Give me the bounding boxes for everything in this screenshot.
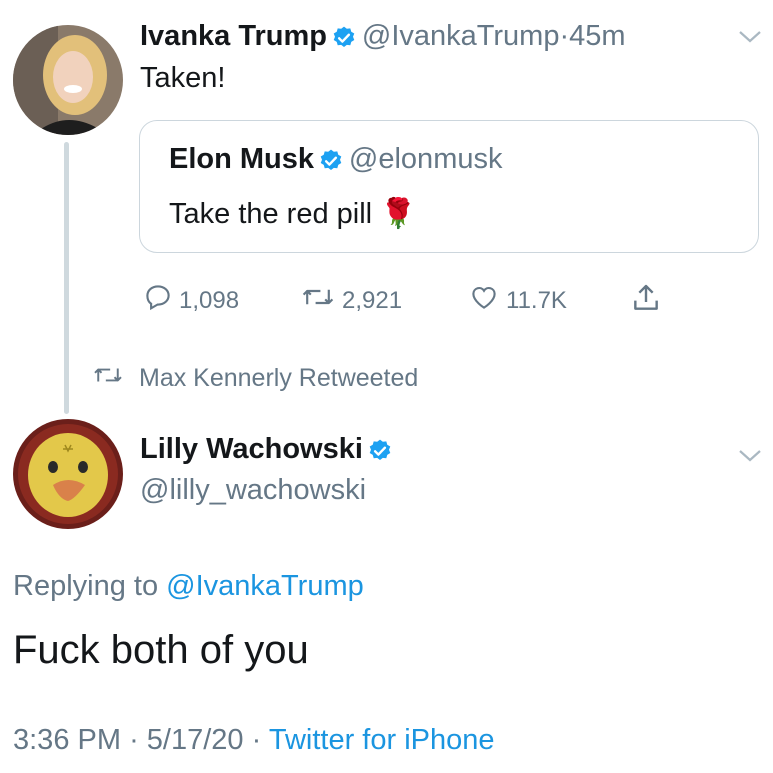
- reply-button[interactable]: 1,098: [143, 282, 239, 319]
- timestamp-line: 3:36 PM · 5/17/20 · Twitter for iPhone: [13, 724, 495, 757]
- like-button[interactable]: 11.7K: [468, 282, 567, 319]
- tweet1-header: Ivanka Trump @IvankaTrump·45m: [140, 20, 626, 56]
- retweet-banner: Max Kennerly Retweeted: [91, 362, 418, 395]
- tweet2-header: Lilly Wachowski: [140, 433, 393, 469]
- reply-count: 1,098: [179, 286, 240, 314]
- avatar-lilly[interactable]: [13, 419, 123, 529]
- quoted-tweet[interactable]: [139, 120, 759, 253]
- author-handle[interactable]: @lilly_wachowski: [140, 474, 366, 507]
- retweet-count: 2,921: [342, 286, 403, 314]
- avatar-ivanka[interactable]: [13, 25, 123, 135]
- retweet-icon: [300, 282, 336, 319]
- separator-dot: ·: [251, 724, 262, 756]
- tweet-time[interactable]: 45m: [569, 20, 625, 52]
- chevron-down-icon[interactable]: [737, 447, 763, 470]
- retweeted-by-text[interactable]: Max Kennerly Retweeted: [139, 364, 418, 393]
- share-icon: [630, 282, 662, 321]
- separator-dot: ·: [129, 724, 139, 756]
- quoted-author-name: Elon Musk: [169, 143, 315, 175]
- tweet-time[interactable]: 3:36 PM: [13, 724, 121, 756]
- quoted-author-handle: @elonmusk: [348, 143, 503, 175]
- tweet-text: Fuck both of you: [13, 628, 309, 672]
- tweet-date[interactable]: 5/17/20: [147, 724, 244, 756]
- verified-badge-icon: [331, 25, 357, 56]
- replying-handle-link[interactable]: @IvankaTrump: [166, 570, 364, 602]
- chevron-down-icon[interactable]: [737, 28, 763, 51]
- thread-connector-line: [64, 142, 69, 414]
- retweet-button[interactable]: 2,921: [300, 282, 402, 319]
- source-link[interactable]: Twitter for iPhone: [269, 724, 495, 756]
- share-button[interactable]: [630, 282, 662, 321]
- replying-to-line: Replying to @IvankaTrump: [13, 570, 364, 603]
- retweet-icon: [91, 362, 125, 395]
- quoted-text-row: Take the red pill 🌹: [169, 197, 416, 231]
- rose-emoji: 🌹: [380, 198, 417, 230]
- like-icon: [468, 282, 500, 319]
- author-name[interactable]: Ivanka Trump: [140, 20, 327, 52]
- reply-icon: [143, 282, 173, 319]
- quoted-header: Elon Musk @elonmusk: [169, 143, 502, 179]
- quoted-text: Take the red pill: [169, 198, 373, 230]
- tweet-text: Taken!: [140, 62, 226, 94]
- like-count: 11.7K: [506, 286, 567, 314]
- verified-badge-icon: [367, 438, 393, 469]
- separator-dot: ·: [559, 20, 570, 52]
- replying-prefix: Replying to: [13, 570, 159, 602]
- author-handle[interactable]: @IvankaTrump: [362, 20, 560, 52]
- verified-badge-icon: [318, 148, 344, 179]
- author-name[interactable]: Lilly Wachowski: [140, 433, 363, 465]
